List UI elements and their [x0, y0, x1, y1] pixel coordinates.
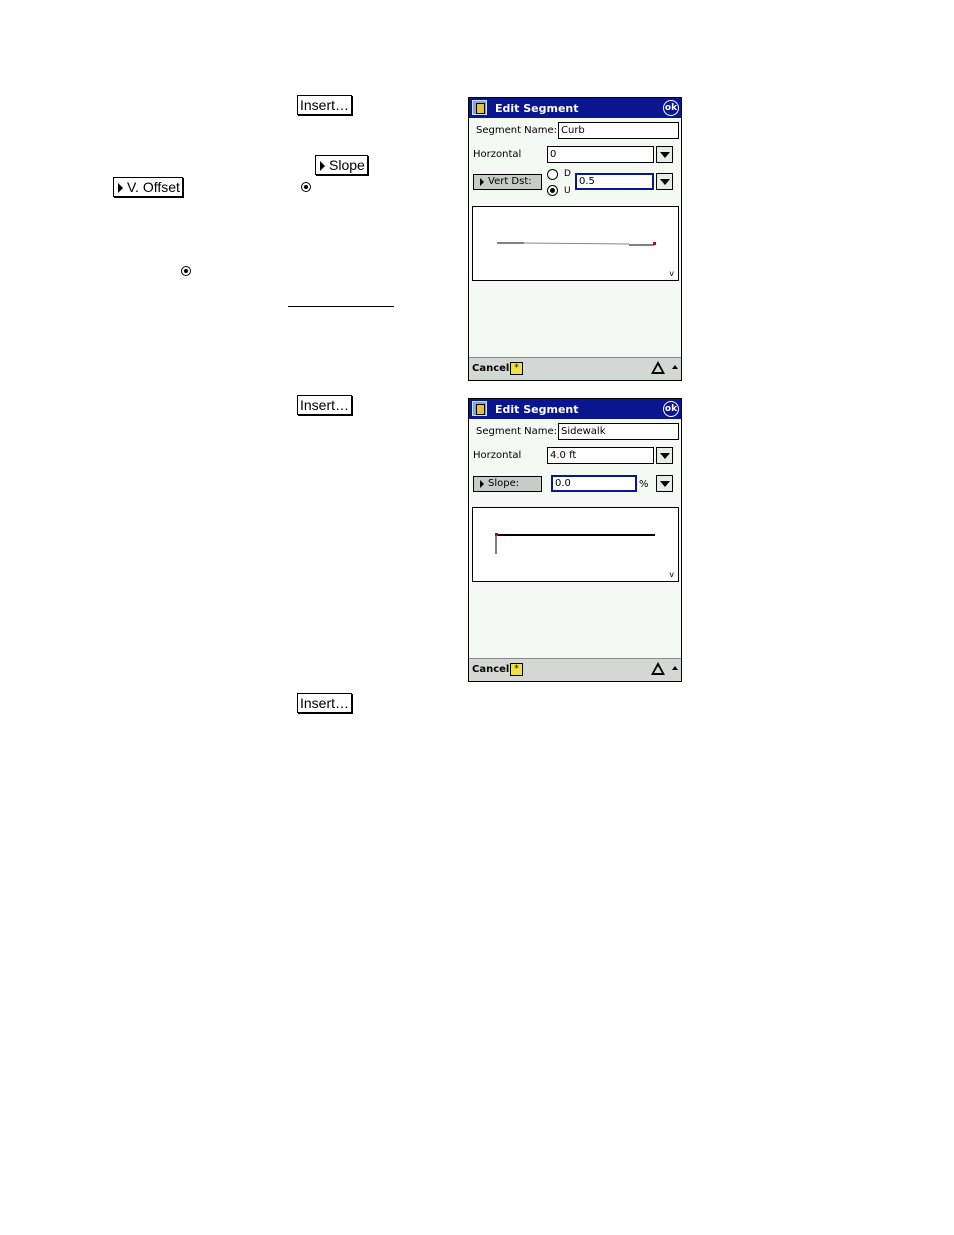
- play-right-icon: [118, 183, 123, 193]
- slope-button[interactable]: Slope:: [473, 476, 542, 492]
- horizontal-label: Horzontal: [473, 149, 522, 160]
- slope-button[interactable]: Slope: [315, 155, 368, 175]
- slope-unit: %: [639, 479, 649, 490]
- radio-selected-icon: [181, 266, 191, 276]
- edit-segment-screen-curb: Edit Segment ok Segment Name: Curb Horzo…: [468, 97, 682, 381]
- slope-dropdown-button[interactable]: [656, 475, 673, 492]
- input-panel-up-icon[interactable]: [672, 365, 678, 369]
- preview-graphic: [497, 242, 656, 246]
- warning-triangle-icon[interactable]: [651, 361, 665, 374]
- preview-marker: [495, 533, 498, 536]
- command-bar: Cancel *: [469, 357, 681, 380]
- vert-dist-dropdown-button[interactable]: [656, 173, 673, 190]
- preview-marker: [653, 242, 656, 245]
- radio-down-label: D: [564, 169, 571, 179]
- vert-dist-button[interactable]: Vert Dst:: [473, 174, 542, 190]
- segment-name-input[interactable]: Sidewalk: [558, 423, 679, 440]
- edit-segment-screen-sidewalk: Edit Segment ok Segment Name: Sidewalk H…: [468, 398, 682, 682]
- preview-axis-label: v: [669, 269, 674, 278]
- preview-axis-label: v: [669, 570, 674, 579]
- segment-preview: v: [472, 507, 679, 582]
- window-title: Edit Segment: [495, 102, 579, 115]
- horizontal-dropdown-button[interactable]: [656, 146, 673, 163]
- segment-preview: v: [472, 206, 679, 281]
- slope-input[interactable]: 0.0: [551, 475, 637, 492]
- window-title: Edit Segment: [495, 403, 579, 416]
- insert-button-2[interactable]: Insert…: [297, 395, 353, 415]
- insert-button-1[interactable]: Insert…: [297, 95, 353, 115]
- radio-up-label: U: [564, 186, 571, 196]
- input-panel-up-icon[interactable]: [672, 666, 678, 670]
- cancel-button[interactable]: Cancel: [472, 363, 509, 374]
- horizontal-input[interactable]: 0: [547, 146, 654, 163]
- horizontal-input[interactable]: 4.0 ft: [547, 447, 654, 464]
- title-bar: Edit Segment ok: [469, 399, 681, 419]
- horizontal-label: Horzontal: [473, 450, 522, 461]
- ok-button[interactable]: ok: [663, 100, 679, 116]
- insert-button-3[interactable]: Insert…: [297, 693, 353, 713]
- warning-triangle-icon[interactable]: [651, 662, 665, 675]
- play-right-icon: [320, 161, 325, 171]
- v-offset-button[interactable]: V. Offset: [113, 177, 183, 197]
- start-menu-icon[interactable]: [472, 100, 487, 115]
- vert-dist-input[interactable]: 0.5: [575, 173, 654, 190]
- horizontal-dropdown-button[interactable]: [656, 447, 673, 464]
- command-bar: Cancel *: [469, 658, 681, 681]
- keyboard-icon[interactable]: *: [510, 362, 523, 375]
- preview-graphic: [495, 533, 655, 554]
- segment-name-label: Segment Name:: [476, 125, 558, 136]
- radio-down[interactable]: [547, 169, 558, 180]
- ok-button[interactable]: ok: [663, 401, 679, 417]
- radio-selected-icon: [301, 182, 311, 192]
- preview-line-grey: [523, 242, 630, 245]
- cancel-button[interactable]: Cancel: [472, 664, 509, 675]
- segment-name-label: Segment Name:: [476, 426, 558, 437]
- title-bar: Edit Segment ok: [469, 98, 681, 118]
- start-menu-icon[interactable]: [472, 401, 487, 416]
- keyboard-icon[interactable]: *: [510, 663, 523, 676]
- underline-rule: [288, 306, 394, 307]
- segment-name-input[interactable]: Curb: [558, 122, 679, 139]
- radio-up[interactable]: [547, 185, 558, 196]
